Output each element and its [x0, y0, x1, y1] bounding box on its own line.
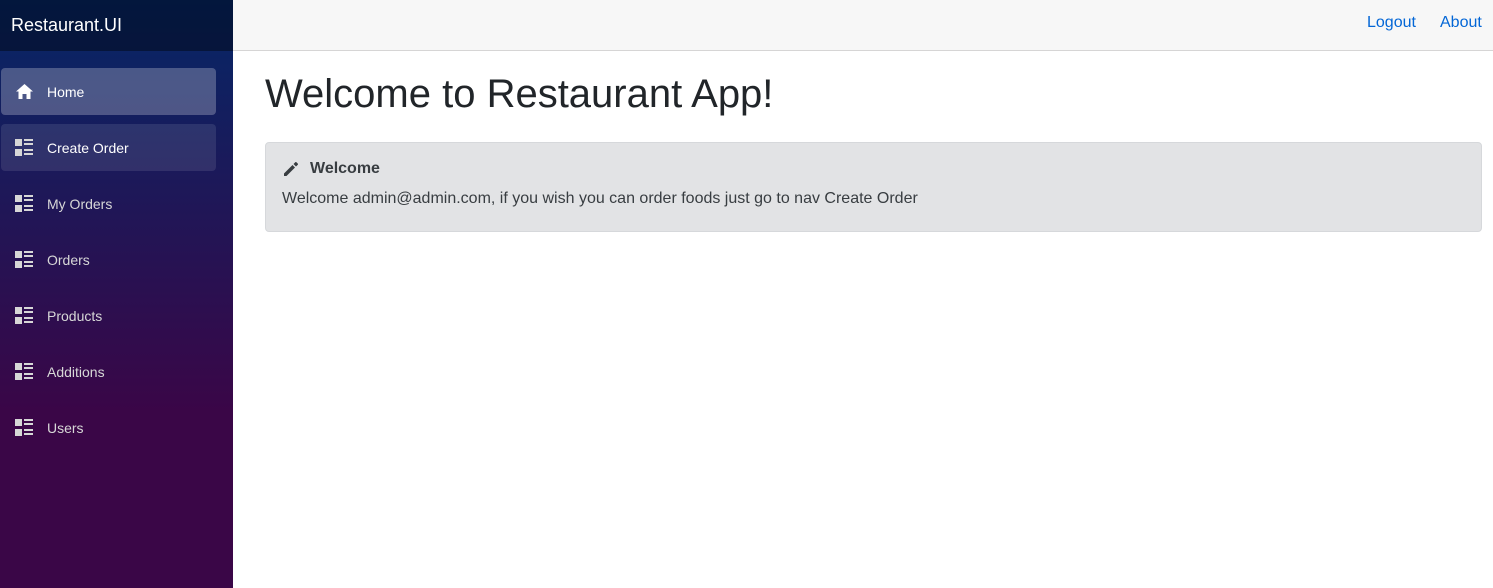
sidebar-item-create-order[interactable]: Create Order — [1, 124, 216, 171]
sidebar-item-label: Users — [47, 419, 84, 436]
home-icon — [16, 84, 33, 99]
welcome-alert: Welcome Welcome admin@admin.com, if you … — [265, 142, 1482, 232]
sidebar-item-label: Home — [47, 83, 85, 100]
logout-link[interactable]: Logout — [1367, 14, 1416, 32]
sidebar-item-label: Products — [47, 307, 103, 324]
list-icon — [15, 139, 33, 156]
list-icon — [15, 363, 33, 380]
app-brand[interactable]: Restaurant.UI — [11, 15, 122, 36]
top-bar: Logout About — [233, 0, 1493, 51]
sidebar-item-users[interactable]: Users — [1, 404, 216, 451]
about-link[interactable]: About — [1440, 14, 1482, 32]
sidebar-item-my-orders[interactable]: My Orders — [1, 180, 216, 227]
sidebar: Restaurant.UI Home Create Order My Order… — [0, 0, 233, 588]
list-icon — [15, 419, 33, 436]
alert-heading: Welcome — [282, 160, 1465, 178]
sidebar-item-products[interactable]: Products — [1, 292, 216, 339]
pencil-icon — [284, 161, 299, 176]
sidebar-item-label: Additions — [47, 363, 105, 380]
sidebar-nav: Home Create Order My Orders Orders Produ… — [0, 51, 233, 451]
page-title: Welcome to Restaurant App! — [265, 72, 774, 116]
sidebar-item-additions[interactable]: Additions — [1, 348, 216, 395]
brand-bar: Restaurant.UI — [0, 0, 233, 51]
sidebar-item-orders[interactable]: Orders — [1, 236, 216, 283]
alert-heading-text: Welcome — [310, 160, 380, 177]
sidebar-item-label: Create Order — [47, 139, 129, 156]
sidebar-item-label: My Orders — [47, 195, 113, 212]
list-icon — [15, 195, 33, 212]
sidebar-item-label: Orders — [47, 251, 90, 268]
main-content: Welcome to Restaurant App! Welcome Welco… — [265, 51, 1482, 232]
list-icon — [15, 307, 33, 324]
list-icon — [15, 251, 33, 268]
app-root: Restaurant.UI Home Create Order My Order… — [0, 0, 1493, 588]
sidebar-item-home[interactable]: Home — [1, 68, 216, 115]
alert-message: Welcome admin@admin.com, if you wish you… — [282, 190, 918, 207]
